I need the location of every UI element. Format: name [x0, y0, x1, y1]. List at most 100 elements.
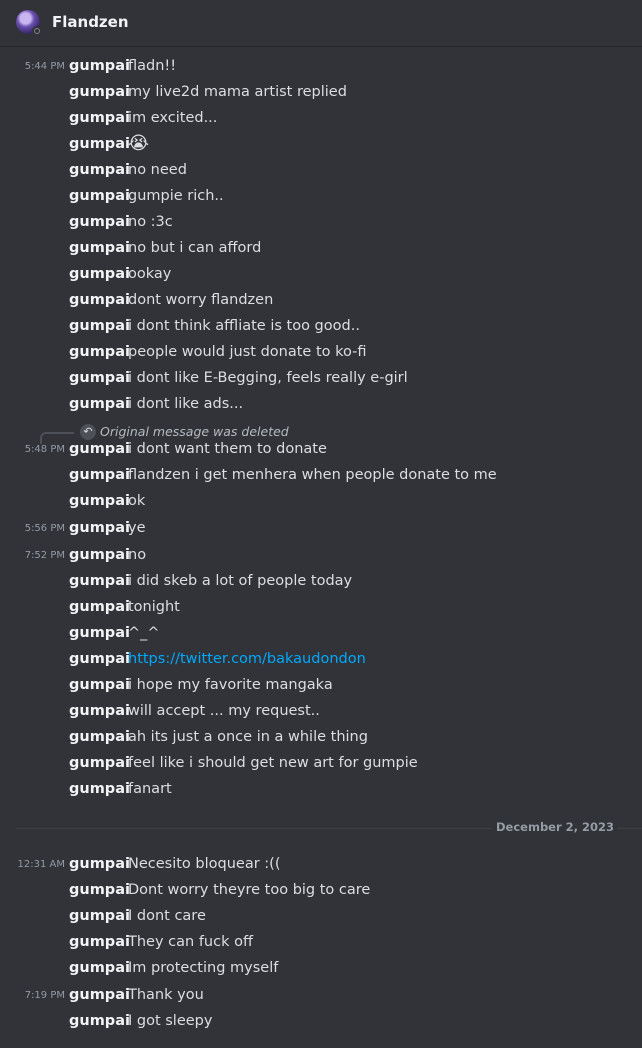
message-row[interactable]: gumpai 😭 [0, 133, 642, 159]
channel-header: Flandzen [0, 0, 642, 47]
message-author[interactable]: gumpai [69, 396, 130, 412]
message-row[interactable]: gumpai ^_^ [0, 622, 642, 648]
message-author[interactable]: gumpai [69, 493, 130, 509]
message-author[interactable]: gumpai [69, 908, 130, 924]
message-row[interactable]: gumpai will accept ... my request.. [0, 700, 642, 726]
message-text: feel like i should get new art for gumpi… [128, 755, 418, 771]
message-author[interactable]: gumpai [69, 703, 130, 719]
message-author[interactable]: gumpai [69, 651, 130, 667]
message-author[interactable]: gumpai [69, 856, 130, 872]
message-author[interactable]: gumpai [69, 240, 130, 256]
message-author[interactable]: gumpai [69, 370, 130, 386]
message-row[interactable]: gumpai dont worry flandzen [0, 289, 642, 315]
message-text: fanart [128, 781, 172, 797]
message-author[interactable]: gumpai [69, 677, 130, 693]
message-text: no [128, 547, 147, 563]
message-text: i did skeb a lot of people today [128, 573, 353, 589]
message-row[interactable]: gumpai my live2d mama artist replied [0, 81, 642, 107]
message-author[interactable]: gumpai [69, 882, 130, 898]
message-row[interactable]: gumpai https://twitter.com/bakaudondon [0, 648, 642, 674]
message-row[interactable]: gumpai Dont worry theyre too big to care [0, 879, 642, 905]
message-text: They can fuck off [128, 934, 253, 950]
message-link[interactable]: https://twitter.com/bakaudondon [128, 651, 366, 667]
message-timestamp[interactable]: 12:31 AM [18, 859, 65, 870]
message-text: i hope my favorite mangaka [128, 677, 333, 693]
message-timestamp[interactable]: 7:52 PM [25, 550, 65, 561]
message-row[interactable]: gumpai i dont like ads... [0, 393, 642, 419]
message-text: fladn!! [128, 58, 177, 74]
message-timestamp[interactable]: 5:56 PM [25, 523, 65, 534]
message-author[interactable]: gumpai [69, 1013, 130, 1029]
message-author[interactable]: gumpai [69, 520, 130, 536]
message-author[interactable]: gumpai [69, 58, 130, 74]
message-row[interactable]: 7:52 PM gumpai no [0, 544, 642, 570]
message-row[interactable]: 5:44 PM gumpai fladn!! [0, 55, 642, 81]
message-text: I dont care [128, 908, 206, 924]
message-author[interactable]: gumpai [69, 162, 130, 178]
message-row[interactable]: gumpai I dont care [0, 905, 642, 931]
message-author[interactable]: gumpai [69, 292, 130, 308]
message-row[interactable]: gumpai people would just donate to ko-fi [0, 341, 642, 367]
message-author[interactable]: gumpai [69, 84, 130, 100]
message-row[interactable]: gumpai i dont like E-Begging, feels reall… [0, 367, 642, 393]
message-author[interactable]: gumpai [69, 188, 130, 204]
message-text: i dont want them to donate [128, 441, 327, 457]
message-author[interactable]: gumpai [69, 599, 130, 615]
message-author[interactable]: gumpai [69, 467, 130, 483]
reply-text: Original message was deleted [100, 424, 289, 439]
message-text: i dont like ads... [128, 396, 244, 412]
message-author[interactable]: gumpai [69, 344, 130, 360]
message-row[interactable]: gumpai no but i can afford [0, 237, 642, 263]
message-row[interactable]: gumpai no :3c [0, 211, 642, 237]
reply-spine [40, 432, 74, 444]
channel-title: Flandzen [52, 13, 129, 31]
message-row[interactable]: gumpai feel like i should get new art for… [0, 752, 642, 778]
message-row[interactable]: gumpai fanart [0, 778, 642, 804]
message-author[interactable]: gumpai [69, 136, 130, 152]
message-row[interactable]: gumpai im excited... [0, 107, 642, 133]
message-text: Thank you [128, 987, 204, 1003]
message-author[interactable]: gumpai [69, 987, 130, 1003]
message-text: dont worry flandzen [128, 292, 274, 308]
message-author[interactable]: gumpai [69, 266, 130, 282]
message-timestamp[interactable]: 5:48 PM [25, 444, 65, 455]
message-row[interactable]: gumpai ah its just a once in a while thin… [0, 726, 642, 752]
message-row[interactable]: gumpai I got sleepy [0, 1010, 642, 1036]
message-text: Dont worry theyre too big to care [128, 882, 371, 898]
reply-reference[interactable]: ↶ Original message was deleted [0, 422, 642, 444]
message-author[interactable]: gumpai [69, 441, 130, 457]
message-text: Necesito bloquear :(( [128, 856, 281, 872]
message-row[interactable]: gumpai i dont think affliate is too good.… [0, 315, 642, 341]
offline-status-icon [32, 26, 42, 36]
message-row[interactable]: gumpai They can fuck off [0, 931, 642, 957]
message-row[interactable]: gumpai ok [0, 490, 642, 516]
message-text: flandzen i get menhera when people donat… [128, 467, 497, 483]
message-author[interactable]: gumpai [69, 547, 130, 563]
message-row[interactable]: gumpai i hope my favorite mangaka [0, 674, 642, 700]
message-author[interactable]: gumpai [69, 625, 130, 641]
message-author[interactable]: gumpai [69, 934, 130, 950]
message-author[interactable]: gumpai [69, 781, 130, 797]
message-author[interactable]: gumpai [69, 110, 130, 126]
message-author[interactable]: gumpai [69, 573, 130, 589]
message-row[interactable]: gumpai tonight [0, 596, 642, 622]
message-timestamp[interactable]: 5:44 PM [25, 61, 65, 72]
message-row[interactable]: 7:19 PM gumpai Thank you [0, 984, 642, 1010]
message-text: 😭 [128, 133, 150, 154]
message-row[interactable]: gumpai gumpie rich.. [0, 185, 642, 211]
message-row[interactable]: gumpai flandzen i get menhera when people… [0, 464, 642, 490]
message-row[interactable]: gumpai Im protecting myself [0, 957, 642, 983]
message-row[interactable]: gumpai i did skeb a lot of people today [0, 570, 642, 596]
message-row[interactable]: 12:31 AM gumpai Necesito bloquear :(( [0, 853, 642, 879]
message-row[interactable]: 5:56 PM gumpai ye [0, 517, 642, 543]
message-text: ah its just a once in a while thing [128, 729, 368, 745]
message-timestamp[interactable]: 7:19 PM [25, 990, 65, 1001]
message-text: will accept ... my request.. [128, 703, 320, 719]
message-author[interactable]: gumpai [69, 214, 130, 230]
message-author[interactable]: gumpai [69, 960, 130, 976]
message-author[interactable]: gumpai [69, 755, 130, 771]
message-author[interactable]: gumpai [69, 729, 130, 745]
message-row[interactable]: gumpai no need [0, 159, 642, 185]
message-author[interactable]: gumpai [69, 318, 130, 334]
message-row[interactable]: gumpai ookay [0, 263, 642, 289]
